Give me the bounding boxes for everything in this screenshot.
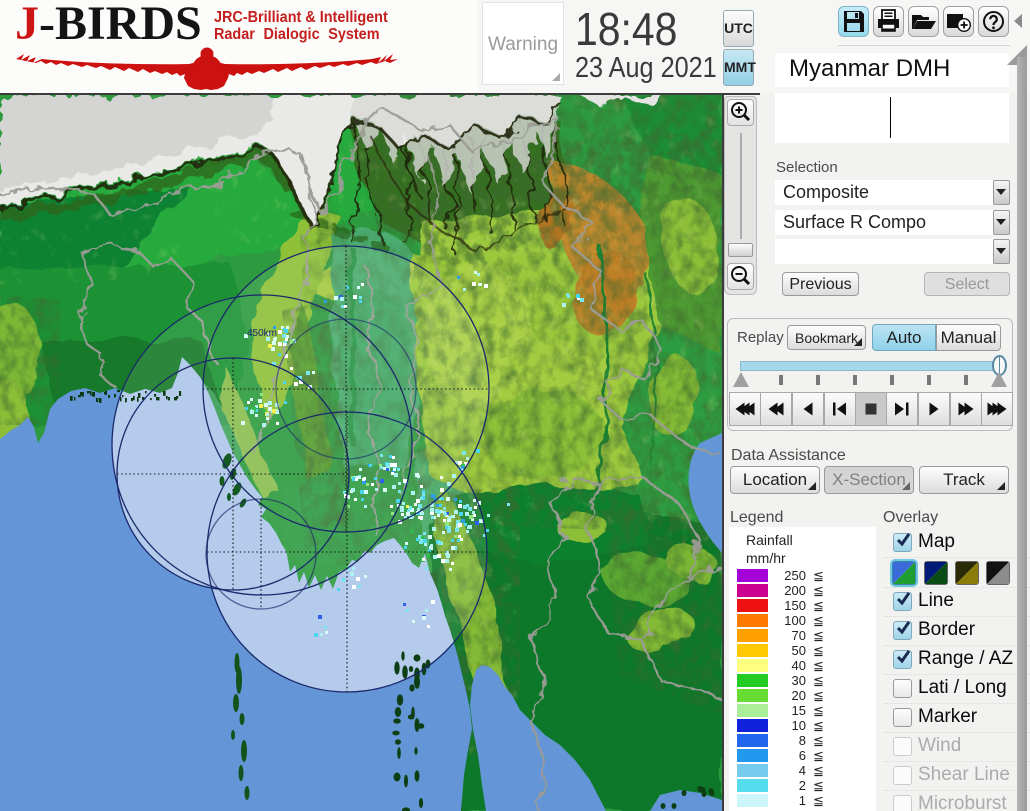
svg-text:450km: 450km [247, 328, 277, 339]
